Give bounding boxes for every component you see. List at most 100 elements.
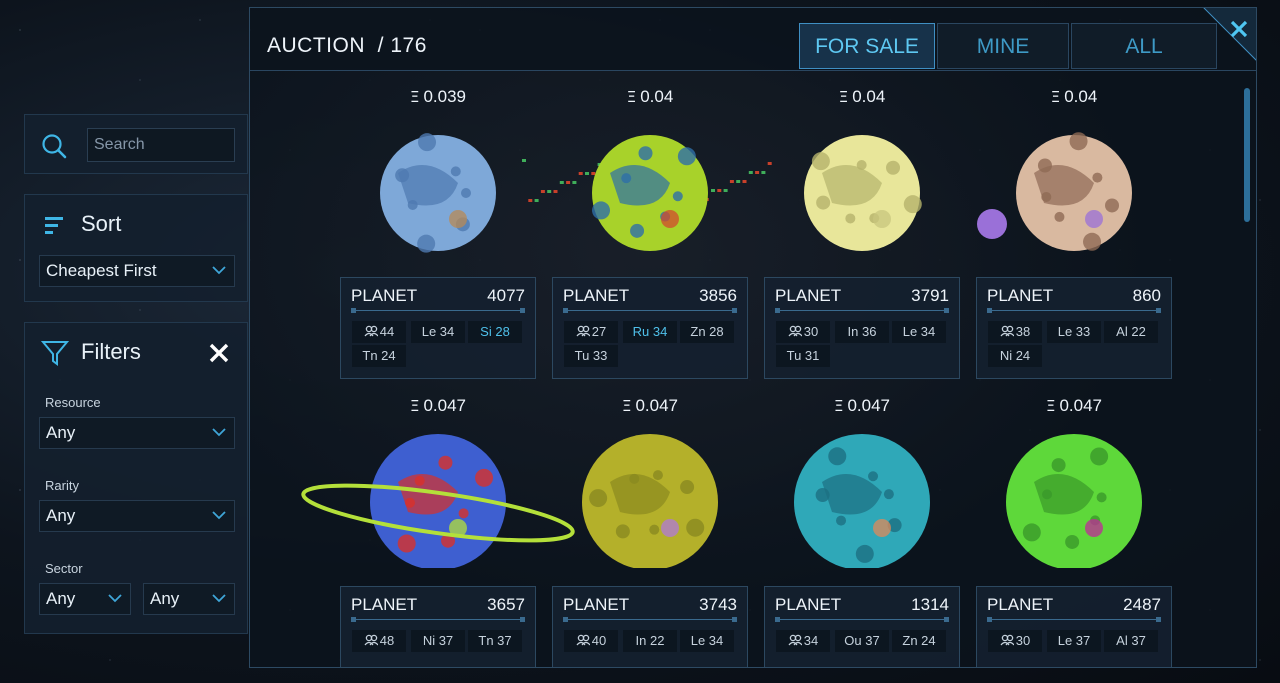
resource-chip: Ru 34 — [623, 321, 677, 343]
eth-icon: Ξ — [1050, 88, 1061, 106]
planet-listing[interactable]: Ξ 0.04 PLANET 3791 30 In 36 Le 34 Tu 31 — [764, 71, 960, 379]
planet-card[interactable]: PLANET 3743 40 In 22 Le 34 — [552, 586, 748, 667]
eth-icon: Ξ — [838, 88, 849, 106]
planet-listing[interactable]: Ξ 0.047 PLANET 3743 40 In 22 Le 34 — [552, 380, 748, 667]
price-value: 0.04 — [1064, 87, 1098, 106]
sector-select-1-value: Any — [46, 589, 76, 608]
price-label: Ξ 0.047 — [340, 396, 536, 416]
chevron-down-icon — [212, 266, 226, 275]
planet-id: 4077 — [487, 286, 525, 305]
chevron-down-icon — [212, 428, 226, 437]
planet-listing[interactable]: Ξ 0.04 PLANET 860 38 Le 33 Al 22 Ni 24 — [976, 71, 1172, 379]
planet-card[interactable]: PLANET 3791 30 In 36 Le 34 Tu 31 — [764, 277, 960, 379]
clear-filters-icon[interactable] — [207, 341, 231, 365]
planet-listing[interactable]: Ξ 0.047 PLANET 2487 30 Le 37 Al 37 — [976, 380, 1172, 667]
planet-card[interactable]: PLANET 3657 48 Ni 37 Tn 37 — [340, 586, 536, 667]
sector-select-2[interactable]: Any — [143, 583, 235, 615]
population-icon — [1000, 634, 1014, 646]
population-chip: 30 — [776, 321, 830, 343]
price-value: 0.047 — [847, 396, 891, 415]
sort-select-value: Cheapest First — [46, 261, 157, 280]
rarity-label: Rarity — [45, 478, 79, 493]
resource-chip: Al 37 — [1104, 630, 1158, 652]
search-icon[interactable] — [41, 133, 67, 159]
tab-for-sale[interactable]: FOR SALE — [799, 23, 935, 69]
sort-select[interactable]: Cheapest First — [39, 255, 235, 287]
auction-title: AUCTION / 176 — [267, 34, 427, 57]
planet-id: 860 — [1132, 286, 1161, 305]
close-icon[interactable] — [1203, 7, 1257, 61]
eth-icon: Ξ — [409, 397, 420, 415]
planet-card[interactable]: PLANET 3856 27 Ru 34 Zn 28 Tu 33 — [552, 277, 748, 379]
divider — [563, 617, 737, 622]
planet-card[interactable]: PLANET 860 38 Le 33 Al 22 Ni 24 — [976, 277, 1172, 379]
price-value: 0.047 — [635, 396, 679, 415]
resource-chip: Zn 24 — [892, 630, 946, 652]
resource-chip: Ou 37 — [835, 630, 889, 652]
chip-text: Le 33 — [1057, 324, 1091, 339]
chip-text: Zn 28 — [690, 324, 724, 339]
price-label: Ξ 0.039 — [340, 87, 536, 107]
sector-select-2-value: Any — [150, 589, 180, 608]
planet-listing[interactable]: Ξ 0.04 PLANET 3856 27 Ru 34 Zn 28 Tu 33 — [522, 71, 772, 379]
sort-title: Sort — [81, 211, 122, 236]
price-label: Ξ 0.047 — [976, 396, 1172, 416]
resource-chip: Le 37 — [1047, 630, 1101, 652]
chip-text: 48 — [379, 633, 395, 648]
resource-chip: Al 22 — [1104, 321, 1158, 343]
population-chip: 38 — [988, 321, 1042, 343]
planet-type: PLANET — [351, 595, 418, 614]
chip-text: 30 — [803, 324, 819, 339]
chip-text: Al 37 — [1116, 633, 1146, 648]
resource-chip: Tu 33 — [564, 345, 618, 367]
divider — [775, 308, 949, 313]
rarity-select[interactable]: Any — [39, 500, 235, 532]
price-value: 0.039 — [423, 87, 467, 106]
chip-text: Ru 34 — [632, 324, 668, 339]
population-chip: 27 — [564, 321, 618, 343]
divider — [351, 308, 525, 313]
resource-chip: In 22 — [623, 630, 677, 652]
chip-text: Le 34 — [690, 633, 724, 648]
planet-card[interactable]: PLANET 1314 34 Ou 37 Zn 24 — [764, 586, 960, 667]
price-label: Ξ 0.047 — [764, 396, 960, 416]
sort-panel: Sort Cheapest First — [24, 194, 248, 302]
tab-mine[interactable]: MINE — [937, 23, 1069, 69]
planet-type: PLANET — [351, 286, 418, 305]
population-icon — [788, 325, 802, 337]
eth-icon: Ξ — [409, 88, 420, 106]
resource-select[interactable]: Any — [39, 417, 235, 449]
planet-type: PLANET — [775, 286, 842, 305]
planet-image — [977, 132, 1132, 251]
planet-id: 1314 — [911, 595, 949, 614]
planet-listing[interactable]: Ξ 0.047 PLANET 3657 48 Ni 37 Tn 37 — [301, 380, 575, 667]
planet-listing[interactable]: Ξ 0.047 PLANET 1314 34 Ou 37 Zn 24 — [764, 380, 960, 667]
planet-id: 3791 — [911, 286, 949, 305]
search-panel — [24, 114, 248, 174]
chip-text: Zn 24 — [902, 633, 936, 648]
planet-type: PLANET — [563, 595, 630, 614]
planet-card[interactable]: PLANET 2487 30 Le 37 Al 37 — [976, 586, 1172, 667]
chip-text: 27 — [591, 324, 607, 339]
planet-type: PLANET — [775, 595, 842, 614]
planet-type: PLANET — [987, 595, 1054, 614]
resource-chip: Ni 37 — [411, 630, 465, 652]
divider — [563, 308, 737, 313]
resource-chip: Tn 37 — [468, 630, 522, 652]
eth-icon: Ξ — [626, 88, 637, 106]
resource-chip: Tn 24 — [352, 345, 406, 367]
population-chip: 34 — [776, 630, 830, 652]
chevron-down-icon — [108, 594, 122, 603]
tab-all[interactable]: ALL — [1071, 23, 1217, 69]
search-input[interactable] — [87, 128, 235, 162]
scrollbar[interactable] — [1244, 88, 1250, 222]
chevron-down-icon — [212, 594, 226, 603]
resource-chip: Le 34 — [892, 321, 946, 343]
sector-select-1[interactable]: Any — [39, 583, 131, 615]
chip-text: Le 34 — [902, 324, 936, 339]
planet-image — [1006, 434, 1142, 568]
planet-card[interactable]: PLANET 4077 44 Le 34 Si 28 Tn 24 — [340, 277, 536, 379]
planet-listing[interactable]: Ξ 0.039 PLANET 4077 44 Le 34 Si 28 Tn 24 — [340, 71, 536, 379]
filter-icon — [41, 341, 69, 366]
divider — [987, 308, 1161, 313]
